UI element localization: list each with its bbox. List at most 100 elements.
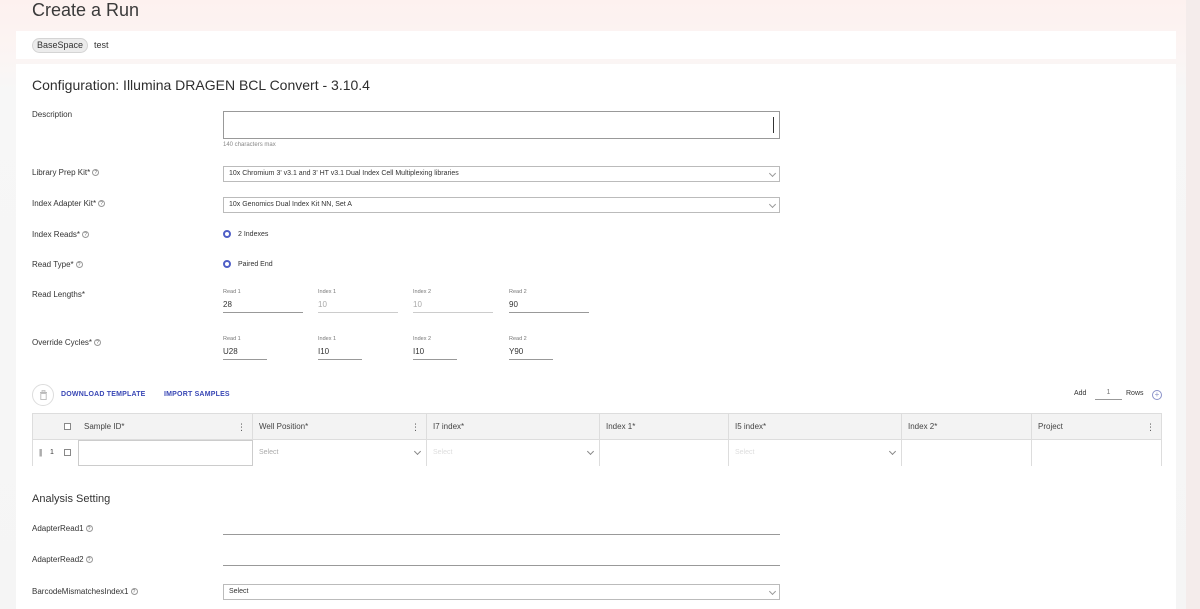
read-length-read1[interactable]: Read 1 28 <box>223 289 303 315</box>
kebab-menu-icon[interactable]: ⋮ <box>1146 414 1155 440</box>
help-icon[interactable]: ? <box>94 339 102 347</box>
barcode-mismatches-label: BarcodeMismatchesIndex1? <box>32 587 138 596</box>
grid-header: Sample ID* ⋮ Well Position* ⋮ I7 index* … <box>33 414 1161 440</box>
select-all-checkbox[interactable] <box>64 423 71 430</box>
sample-id-cell[interactable] <box>78 440 253 466</box>
barcode-mismatches-select[interactable]: Select <box>223 584 780 600</box>
add-label: Add <box>1074 390 1087 397</box>
drag-handle-icon[interactable]: || <box>39 448 42 457</box>
field-caption: Index 1 <box>318 289 337 295</box>
read-lengths-label-text: Read Lengths <box>32 290 82 299</box>
field-value: I10 <box>318 347 330 356</box>
rows-count-input[interactable]: 1 <box>1095 389 1122 400</box>
column-header-label: I7 index* <box>433 422 465 431</box>
read-lengths-label: Read Lengths* <box>32 290 85 299</box>
breadcrumb-chip[interactable]: BaseSpace <box>32 37 89 53</box>
breadcrumb: BaseSpace test <box>16 31 1176 59</box>
chevron-down-icon <box>586 447 595 456</box>
column-header-label: Index 2* <box>908 422 938 431</box>
index-reads-label: Index Reads*? <box>32 230 90 239</box>
index-adapter-kit-label: Index Adapter Kit*? <box>32 199 106 208</box>
field-value: 28 <box>223 300 232 309</box>
column-header-label: Project <box>1038 422 1063 431</box>
adapter-read2-input[interactable] <box>223 565 780 566</box>
index-adapter-kit-select[interactable]: 10x Genomics Dual Index Kit NN, Set A <box>223 197 780 213</box>
help-icon[interactable]: ? <box>92 169 100 177</box>
samples-grid: Sample ID* ⋮ Well Position* ⋮ I7 index* … <box>32 413 1162 466</box>
chevron-down-icon <box>413 447 422 456</box>
select-placeholder: Select <box>433 449 453 456</box>
row-number: 1 <box>50 449 54 456</box>
read-type-radio-option[interactable]: Paired End <box>223 260 273 268</box>
index-reads-label-text: Index Reads <box>32 230 77 239</box>
index2-cell[interactable] <box>902 440 1032 466</box>
column-header-well-position[interactable]: Well Position* ⋮ <box>253 414 427 440</box>
i5-index-select[interactable]: Select <box>729 440 902 466</box>
text-caret <box>773 117 774 133</box>
column-header-project[interactable]: Project ⋮ <box>1032 414 1161 440</box>
download-template-button[interactable]: DOWNLOAD TEMPLATE <box>61 391 146 398</box>
field-value: I10 <box>413 347 425 356</box>
required-mark: * <box>81 290 85 299</box>
scrollbar[interactable] <box>1186 0 1200 609</box>
override-cycle-index1[interactable]: Index 1 I10 <box>318 336 362 362</box>
analysis-setting-title: Analysis Setting <box>32 493 111 505</box>
override-cycle-read1[interactable]: Read 1 U28 <box>223 336 267 362</box>
radio-button[interactable] <box>223 230 231 238</box>
required-mark: * <box>70 260 74 269</box>
well-position-select[interactable]: Select <box>253 440 427 466</box>
override-cycle-index2[interactable]: Index 2 I10 <box>413 336 457 362</box>
kebab-menu-icon[interactable]: ⋮ <box>411 414 420 440</box>
import-samples-button[interactable]: IMPORT SAMPLES <box>164 391 230 398</box>
column-header-label: Index 1* <box>606 422 636 431</box>
column-header-index1[interactable]: Index 1* <box>600 414 729 440</box>
radio-button[interactable] <box>223 260 231 268</box>
column-header-i5-index[interactable]: I5 index* <box>729 414 902 440</box>
plus-circle-icon[interactable]: + <box>1152 390 1162 400</box>
table-row: || 1 Select Select Select <box>33 440 1161 466</box>
help-icon[interactable]: ? <box>85 525 93 533</box>
trash-icon[interactable] <box>32 384 54 406</box>
index-reads-radio-option[interactable]: 2 Indexes <box>223 230 268 238</box>
adapter-read1-input[interactable] <box>223 534 780 535</box>
read-length-index2: Index 2 10 <box>413 289 493 315</box>
help-icon[interactable]: ? <box>82 231 90 239</box>
adapter-read1-label: AdapterRead1? <box>32 524 93 533</box>
i7-index-select[interactable]: Select <box>427 440 600 466</box>
field-value: 10 <box>413 300 422 309</box>
library-prep-kit-select[interactable]: 10x Chromium 3' v3.1 and 3' HT v3.1 Dual… <box>223 166 780 182</box>
read-type-label: Read Type*? <box>32 260 83 269</box>
field-underline <box>509 312 589 313</box>
library-prep-kit-label-text: Library Prep Kit <box>32 168 88 177</box>
row-checkbox[interactable] <box>64 449 71 456</box>
configuration-card: Configuration: Illumina DRAGEN BCL Conve… <box>16 64 1176 609</box>
column-header-label: Well Position* <box>259 422 309 431</box>
column-header-i7-index[interactable]: I7 index* <box>427 414 600 440</box>
chevron-down-icon <box>768 169 777 178</box>
override-cycle-read2[interactable]: Read 2 Y90 <box>509 336 553 362</box>
description-textarea[interactable] <box>223 111 780 139</box>
select-placeholder: Select <box>735 449 755 456</box>
help-icon[interactable]: ? <box>85 556 93 564</box>
page-title: Create a Run <box>32 0 140 20</box>
help-icon[interactable]: ? <box>75 261 83 269</box>
help-icon[interactable]: ? <box>130 588 138 596</box>
description-hint: 140 characters max <box>223 142 276 148</box>
required-mark: * <box>92 199 97 208</box>
library-prep-kit-value: 10x Chromium 3' v3.1 and 3' HT v3.1 Dual… <box>229 170 459 177</box>
index-adapter-kit-value: 10x Genomics Dual Index Kit NN, Set A <box>229 201 352 208</box>
field-underline <box>413 359 457 360</box>
index1-cell[interactable] <box>600 440 729 466</box>
field-caption: Read 2 <box>509 289 527 295</box>
column-header-sample-id[interactable]: Sample ID* ⋮ <box>78 414 253 440</box>
description-label: Description <box>32 110 73 119</box>
kebab-menu-icon[interactable]: ⋮ <box>237 414 246 440</box>
field-value: U28 <box>223 347 238 356</box>
column-header-index2[interactable]: Index 2* <box>902 414 1032 440</box>
help-icon[interactable]: ? <box>98 200 106 208</box>
barcode-mismatches-value: Select <box>229 588 249 595</box>
adapter-read1-label-text: AdapterRead1 <box>32 524 84 533</box>
chevron-down-icon <box>768 587 777 596</box>
project-cell[interactable] <box>1032 440 1161 466</box>
read-length-read2[interactable]: Read 2 90 <box>509 289 589 315</box>
